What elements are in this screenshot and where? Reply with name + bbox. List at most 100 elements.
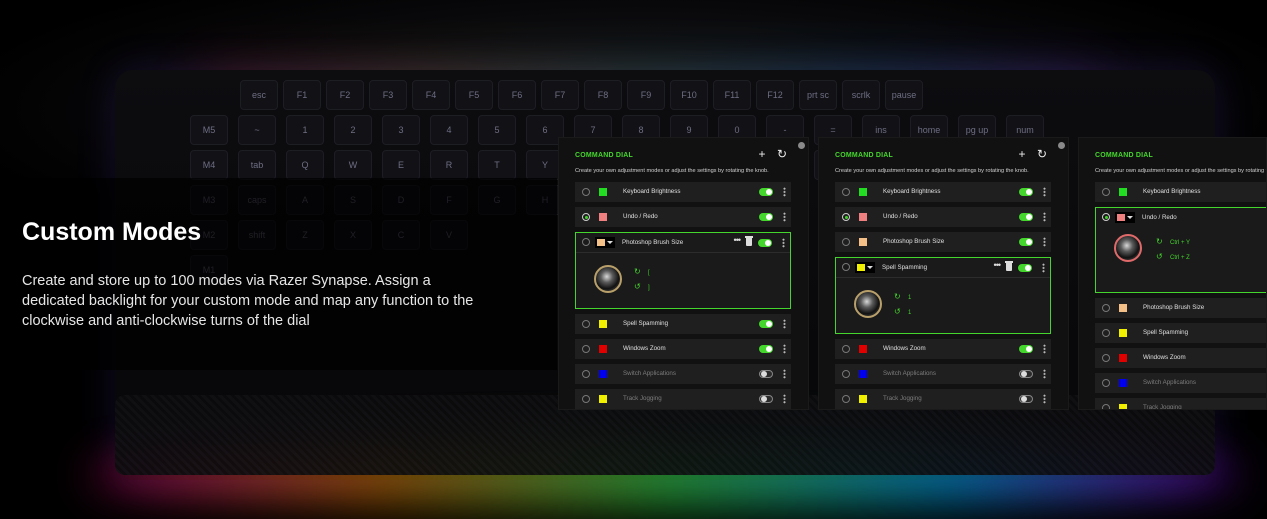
mode-toggle[interactable] xyxy=(1019,345,1033,353)
mode-radio[interactable] xyxy=(1102,379,1110,387)
mode-expanded-spell-spamming[interactable]: Spell Spamming ••• ↻ 1 ↺ 1 xyxy=(835,257,1051,334)
clockwise-action[interactable]: ↻ Ctrl + Y xyxy=(1156,237,1190,246)
mode-toggle[interactable] xyxy=(1018,264,1032,272)
mode-row-track-jogging[interactable]: Track Jogging xyxy=(835,389,1051,409)
drag-handle-icon[interactable] xyxy=(1043,344,1046,354)
mode-toggle[interactable] xyxy=(759,188,773,196)
color-swatch[interactable] xyxy=(859,370,867,378)
color-swatch[interactable] xyxy=(599,395,607,403)
add-mode-icon[interactable]: + xyxy=(757,148,767,160)
color-swatch[interactable] xyxy=(1119,354,1127,362)
mode-toggle[interactable] xyxy=(1019,188,1033,196)
mode-radio[interactable] xyxy=(582,345,590,353)
mode-radio[interactable] xyxy=(842,395,850,403)
mode-toggle[interactable] xyxy=(1019,238,1033,246)
mode-radio[interactable] xyxy=(842,345,850,353)
mode-radio[interactable] xyxy=(1102,304,1110,312)
mode-toggle[interactable] xyxy=(759,213,773,221)
color-swatch[interactable] xyxy=(1119,404,1127,409)
mode-row-undo-redo[interactable]: Undo / Redo xyxy=(835,207,1051,227)
mode-radio[interactable] xyxy=(842,213,850,221)
color-swatch[interactable] xyxy=(599,320,607,328)
mode-radio[interactable] xyxy=(582,370,590,378)
mode-toggle[interactable] xyxy=(759,320,773,328)
color-swatch[interactable] xyxy=(859,238,867,246)
color-swatch[interactable] xyxy=(1119,379,1127,387)
add-mode-icon[interactable]: + xyxy=(1017,148,1027,160)
mode-row-photoshop-brush-size[interactable]: Photoshop Brush Size xyxy=(1095,298,1266,318)
refresh-icon[interactable]: ↻ xyxy=(777,148,787,160)
drag-handle-icon[interactable] xyxy=(1043,212,1046,222)
mode-radio[interactable] xyxy=(582,320,590,328)
drag-handle-icon[interactable] xyxy=(783,369,786,379)
more-options-icon[interactable]: ••• xyxy=(994,260,1002,270)
drag-handle-icon[interactable] xyxy=(1042,263,1045,273)
mode-row-track-jogging[interactable]: Track Jogging xyxy=(1095,398,1266,409)
mode-row-track-jogging[interactable]: Track Jogging xyxy=(575,389,791,409)
mode-row-windows-zoom[interactable]: Windows Zoom xyxy=(1095,348,1266,368)
drag-handle-icon[interactable] xyxy=(783,344,786,354)
clockwise-action[interactable]: ↻ 1 xyxy=(894,292,911,301)
mode-radio[interactable] xyxy=(582,395,590,403)
drag-handle-icon[interactable] xyxy=(1043,187,1046,197)
mode-radio[interactable] xyxy=(582,188,590,196)
color-swatch[interactable] xyxy=(599,213,607,221)
mode-row-windows-zoom[interactable]: Windows Zoom xyxy=(575,339,791,359)
color-swatch[interactable] xyxy=(1119,329,1127,337)
drag-handle-icon[interactable] xyxy=(1043,369,1046,379)
color-swatch[interactable] xyxy=(599,370,607,378)
mode-toggle[interactable] xyxy=(1019,395,1033,403)
mode-radio[interactable] xyxy=(1102,404,1110,409)
mode-row-undo-redo[interactable]: Undo / Redo xyxy=(575,207,791,227)
color-swatch[interactable] xyxy=(859,213,867,221)
color-swatch[interactable] xyxy=(599,188,607,196)
color-swatch[interactable] xyxy=(1119,188,1127,196)
mode-toggle[interactable] xyxy=(758,239,772,247)
mode-row-switch-applications[interactable]: Switch Applications xyxy=(575,364,791,384)
mode-radio[interactable] xyxy=(582,213,590,221)
drag-handle-icon[interactable] xyxy=(783,187,786,197)
mode-radio[interactable] xyxy=(842,238,850,246)
mode-radio[interactable] xyxy=(842,263,850,271)
color-swatch[interactable] xyxy=(859,345,867,353)
more-options-icon[interactable]: ••• xyxy=(734,235,742,245)
mode-row-keyboard-brightness[interactable]: Keyboard Brightness xyxy=(575,182,791,202)
mode-row-spell-spamming[interactable]: Spell Spamming xyxy=(575,314,791,334)
refresh-icon[interactable]: ↻ xyxy=(1037,148,1047,160)
color-picker[interactable] xyxy=(855,262,875,273)
mode-radio[interactable] xyxy=(1102,213,1110,221)
trash-icon[interactable] xyxy=(1005,261,1013,271)
mode-row-windows-zoom[interactable]: Windows Zoom xyxy=(835,339,1051,359)
mode-radio[interactable] xyxy=(1102,188,1110,196)
mode-row-keyboard-brightness[interactable]: Keyboard Brightness xyxy=(835,182,1051,202)
drag-handle-icon[interactable] xyxy=(783,394,786,404)
mode-expanded-photoshop-brush-size[interactable]: Photoshop Brush Size ••• ↻[ ↺] xyxy=(575,232,791,309)
mode-row-switch-applications[interactable]: Switch Applications xyxy=(1095,373,1266,393)
mode-radio[interactable] xyxy=(842,370,850,378)
trash-icon[interactable] xyxy=(745,236,753,246)
mode-row-photoshop-brush-size[interactable]: Photoshop Brush Size xyxy=(835,232,1051,252)
mode-radio[interactable] xyxy=(842,188,850,196)
mode-radio[interactable] xyxy=(1102,354,1110,362)
clockwise-action[interactable]: ↻[ xyxy=(634,267,650,276)
mode-toggle[interactable] xyxy=(1019,213,1033,221)
anticlockwise-action[interactable]: ↺ Ctrl + Z xyxy=(1156,252,1190,261)
color-swatch[interactable] xyxy=(859,395,867,403)
mode-toggle[interactable] xyxy=(759,395,773,403)
drag-handle-icon[interactable] xyxy=(782,238,785,248)
drag-handle-icon[interactable] xyxy=(1043,394,1046,404)
mode-toggle[interactable] xyxy=(759,345,773,353)
anticlockwise-action[interactable]: ↺ 1 xyxy=(894,307,911,316)
color-picker[interactable] xyxy=(595,237,615,248)
mode-toggle[interactable] xyxy=(759,370,773,378)
color-swatch[interactable] xyxy=(599,345,607,353)
anticlockwise-action[interactable]: ↺] xyxy=(634,282,650,291)
color-picker[interactable] xyxy=(1115,212,1135,223)
drag-handle-icon[interactable] xyxy=(783,212,786,222)
color-swatch[interactable] xyxy=(859,188,867,196)
color-swatch[interactable] xyxy=(1119,304,1127,312)
mode-expanded-undo-redo[interactable]: Undo / Redo ••• ↻Ctrl + Y ↺Ctrl + Z xyxy=(1095,207,1266,293)
mode-row-spell-spamming[interactable]: Spell Spamming xyxy=(1095,323,1266,343)
mode-radio[interactable] xyxy=(582,238,590,246)
mode-radio[interactable] xyxy=(1102,329,1110,337)
